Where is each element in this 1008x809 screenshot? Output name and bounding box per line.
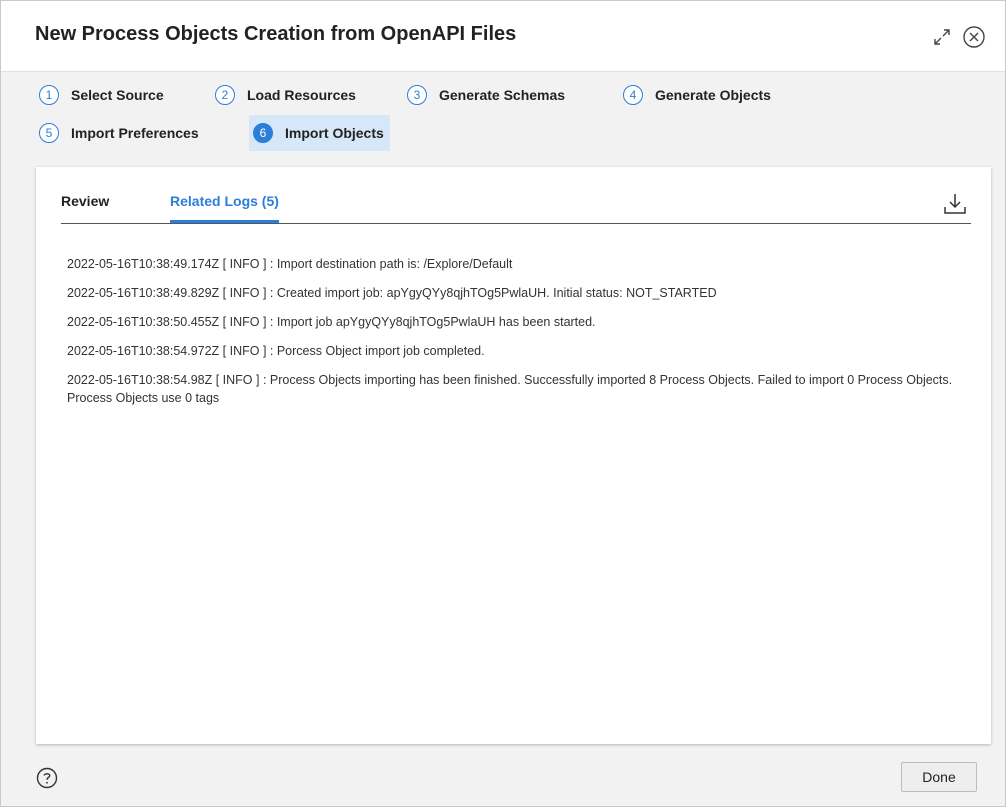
help-icon[interactable] — [36, 767, 58, 789]
step-number: 3 — [407, 85, 427, 105]
step-label: Load Resources — [247, 87, 356, 103]
step-number: 6 — [253, 123, 273, 143]
dialog: New Process Objects Creation from OpenAP… — [0, 0, 1006, 807]
step-number: 2 — [215, 85, 235, 105]
step-import-preferences[interactable]: 5 Import Preferences — [35, 117, 203, 149]
step-label: Generate Objects — [655, 87, 771, 103]
expand-icon[interactable] — [931, 26, 953, 48]
log-entry: 2022-05-16T10:38:54.98Z [ INFO ] : Proce… — [67, 373, 953, 405]
content-panel: Review Related Logs (5) 2022-05-16T10:38… — [36, 167, 991, 744]
tab-bar: Review Related Logs (5) — [61, 167, 971, 224]
step-number: 4 — [623, 85, 643, 105]
tab-related-logs[interactable]: Related Logs (5) — [170, 193, 279, 223]
step-load-resources[interactable]: 2 Load Resources — [211, 79, 360, 111]
log-list: 2022-05-16T10:38:49.174Z [ INFO ] : Impo… — [67, 255, 967, 418]
dialog-header: New Process Objects Creation from OpenAP… — [1, 1, 1005, 72]
step-generate-objects[interactable]: 4 Generate Objects — [619, 79, 775, 111]
step-label: Import Preferences — [71, 125, 199, 141]
tab-review[interactable]: Review — [61, 193, 109, 219]
step-label: Import Objects — [285, 125, 384, 141]
done-button[interactable]: Done — [901, 762, 977, 792]
log-entry: 2022-05-16T10:38:49.174Z [ INFO ] : Impo… — [67, 257, 513, 271]
dialog-title: New Process Objects Creation from OpenAP… — [35, 23, 517, 45]
step-number: 1 — [39, 85, 59, 105]
step-number: 5 — [39, 123, 59, 143]
step-label: Generate Schemas — [439, 87, 566, 103]
close-icon[interactable] — [962, 25, 986, 49]
log-entry: 2022-05-16T10:38:54.972Z [ INFO ] : Porc… — [67, 344, 485, 358]
log-entry: 2022-05-16T10:38:49.829Z [ INFO ] : Crea… — [67, 286, 717, 300]
step-select-source[interactable]: 1 Select Source — [35, 79, 168, 111]
step-import-objects[interactable]: 6 Import Objects — [249, 115, 390, 151]
wizard-steps: 1 Select Source 2 Load Resources 3 Gener… — [35, 79, 975, 159]
download-icon[interactable] — [942, 191, 968, 217]
step-generate-schemas[interactable]: 3 Generate Schemas — [403, 79, 569, 111]
step-label: Select Source — [71, 87, 164, 103]
log-entry: 2022-05-16T10:38:50.455Z [ INFO ] : Impo… — [67, 315, 596, 329]
